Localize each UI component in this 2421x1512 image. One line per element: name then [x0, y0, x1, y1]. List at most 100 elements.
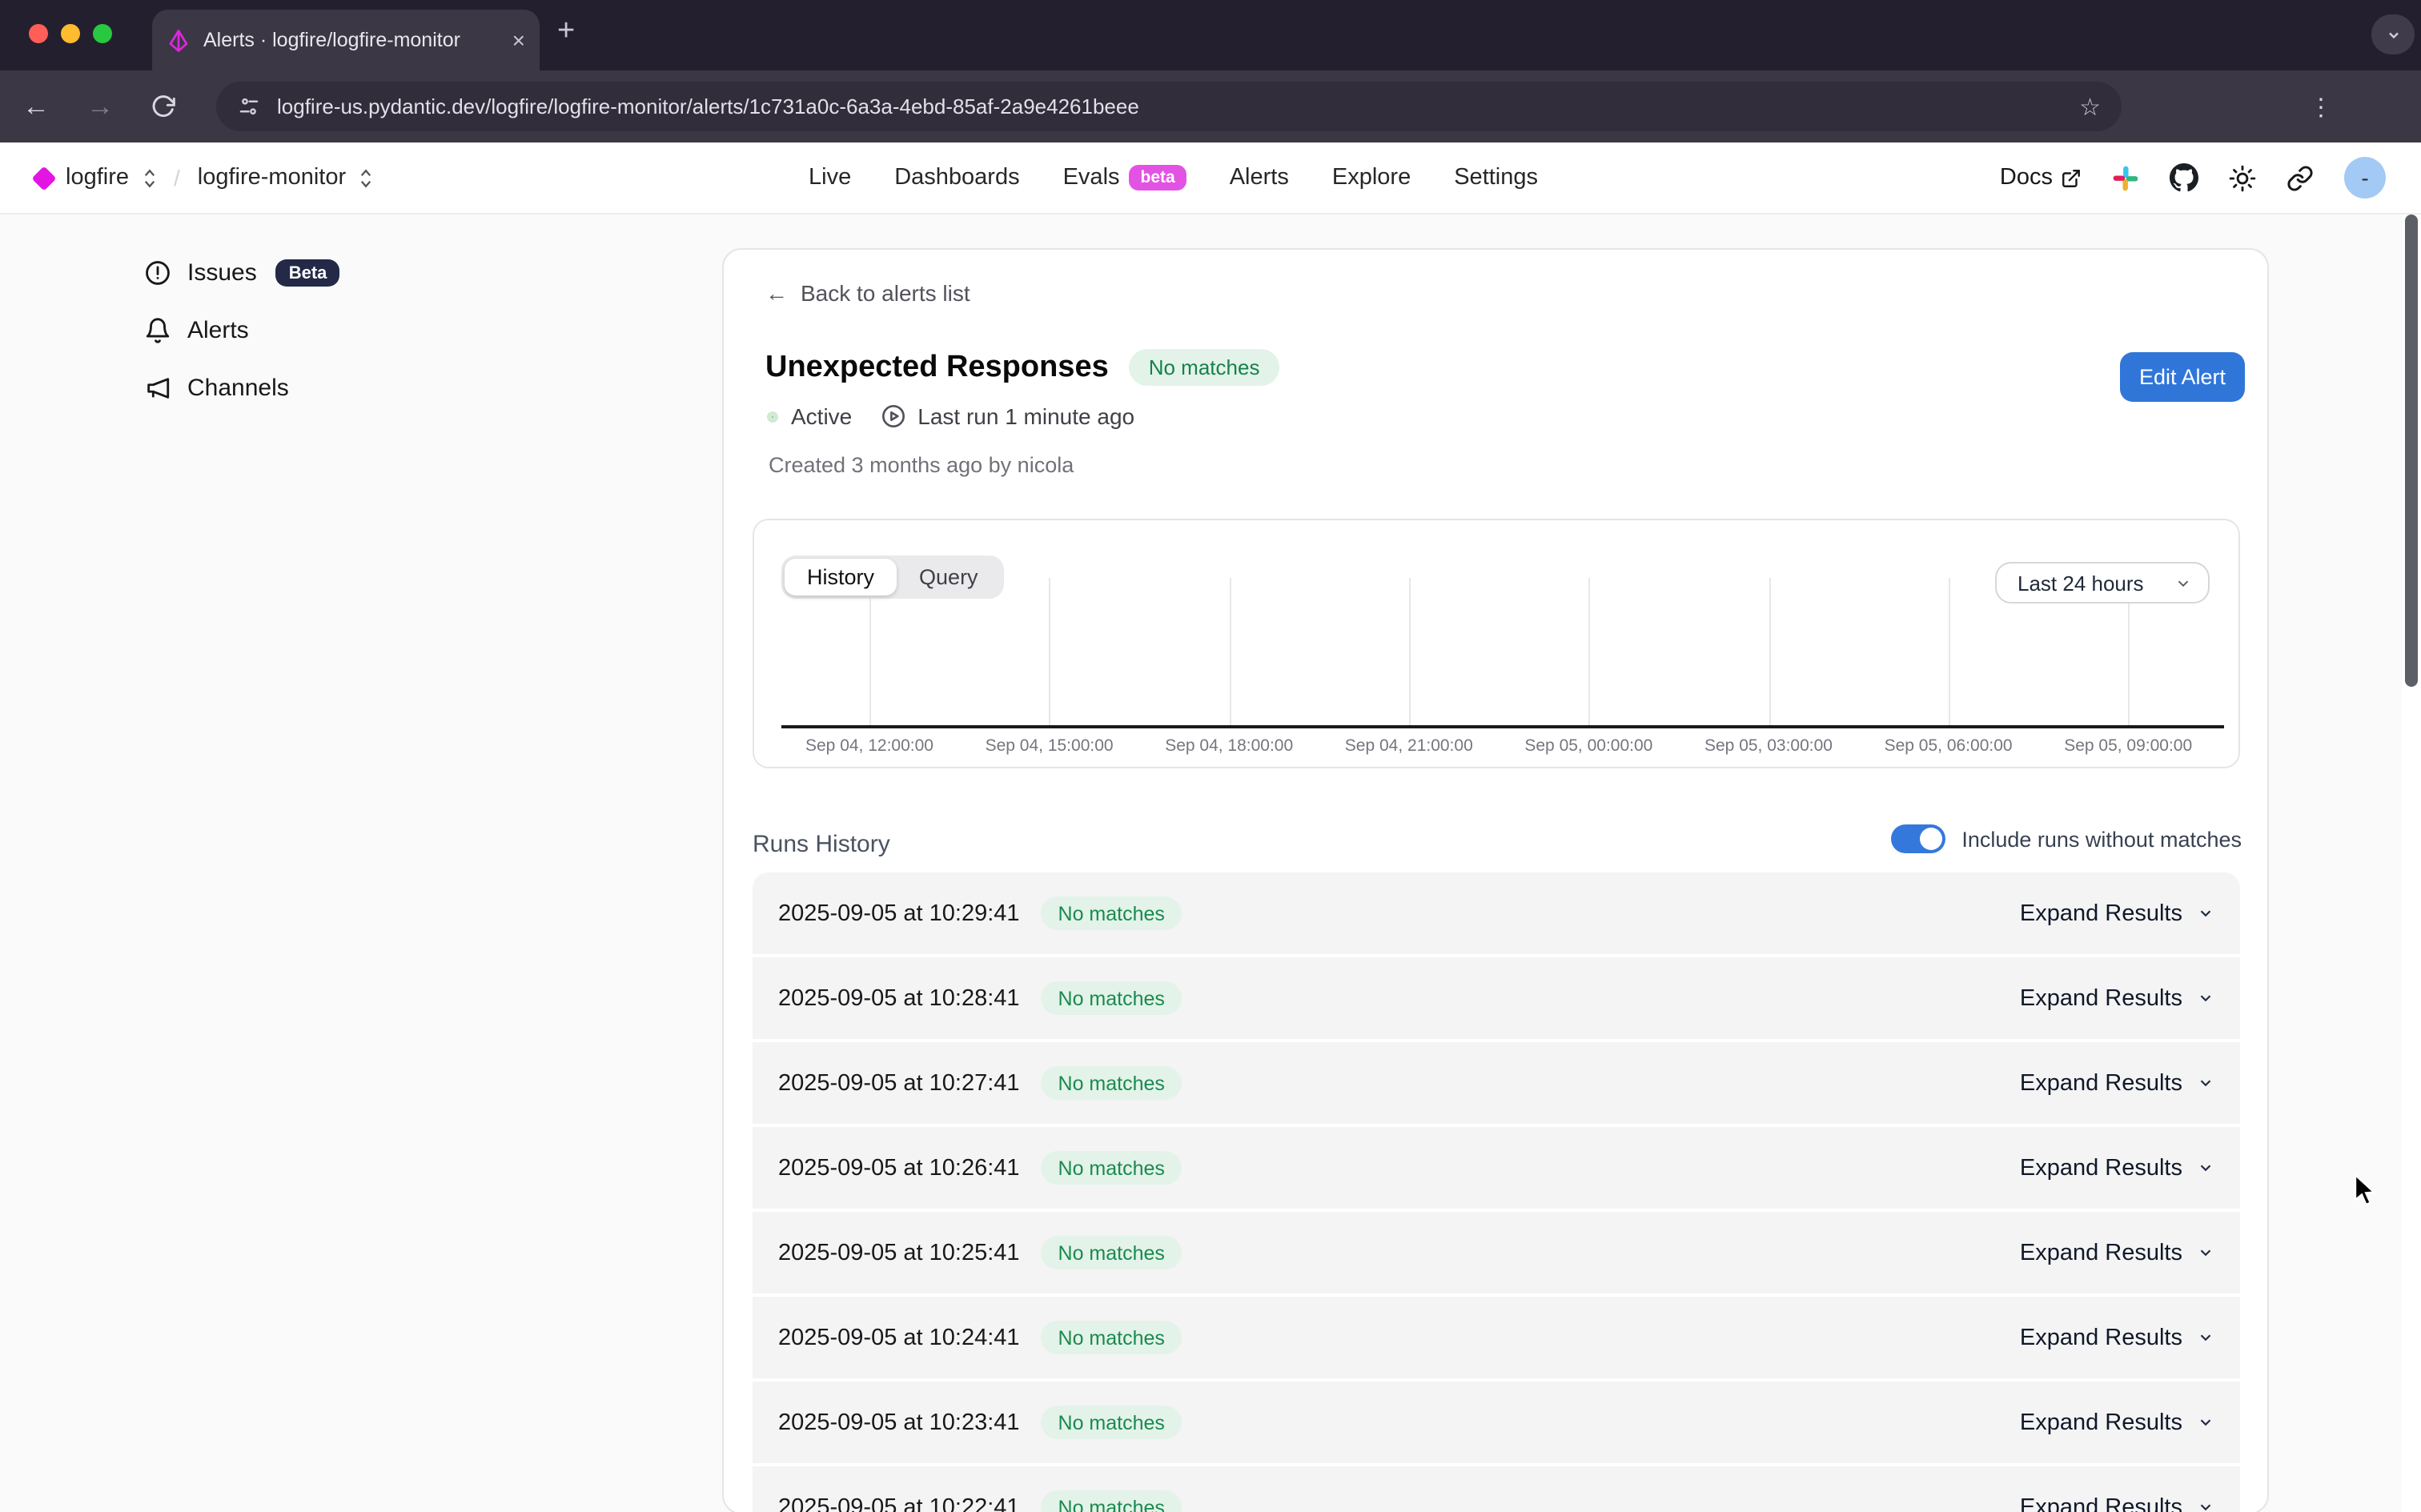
chart-gridline [1050, 578, 1051, 725]
expand-results-button[interactable]: Expand Results [2020, 900, 2214, 926]
bell-icon [144, 317, 171, 344]
chart-gridline [869, 578, 871, 725]
issues-icon [144, 259, 171, 287]
sidebar: Issues Beta Alerts Channels [144, 256, 339, 405]
chevron-down-icon [2197, 1244, 2214, 1261]
browser-window: Alerts · logfire/logfire-monitor × + ← →… [0, 0, 2421, 1512]
sidebar-item-alerts[interactable]: Alerts [144, 314, 339, 347]
run-status-badge: No matches [1041, 1066, 1182, 1100]
forward-icon[interactable]: → [86, 90, 114, 122]
nav-evals[interactable]: Evals beta [1063, 165, 1186, 191]
chart-tick-label: Sep 04, 18:00:00 [1141, 736, 1317, 756]
expand-results-button[interactable]: Expand Results [2020, 1494, 2214, 1512]
tab-title: Alerts · logfire/logfire-monitor [203, 29, 488, 51]
selector-chevrons-icon[interactable] [359, 167, 373, 188]
expand-results-button[interactable]: Expand Results [2020, 1325, 2214, 1350]
evals-beta-badge: beta [1130, 165, 1186, 191]
run-status-badge: No matches [1041, 1406, 1182, 1439]
chart-gridline [1409, 578, 1411, 725]
tab-search-button[interactable] [2371, 14, 2415, 54]
chevron-down-icon [2385, 26, 2401, 42]
tab-query[interactable]: Query [897, 559, 1001, 596]
expand-results-button[interactable]: Expand Results [2020, 1240, 2214, 1265]
chevron-down-icon [2197, 989, 2214, 1007]
run-row: 2025-09-05 at 10:23:41 No matches Expand… [753, 1382, 2240, 1463]
run-status-badge: No matches [1041, 981, 1182, 1015]
theme-sun-icon[interactable] [2229, 164, 2256, 191]
nav-live[interactable]: Live [809, 165, 851, 191]
megaphone-icon [144, 375, 171, 402]
address-bar[interactable]: logfire-us.pydantic.dev/logfire/logfire-… [216, 82, 2122, 131]
selector-chevrons-icon[interactable] [142, 167, 156, 188]
close-window-button[interactable] [29, 24, 48, 43]
reload-icon[interactable] [151, 94, 176, 119]
breadcrumb-separator: / [174, 165, 180, 191]
run-status-badge: No matches [1041, 1236, 1182, 1269]
tab-history[interactable]: History [785, 559, 897, 596]
close-tab-icon[interactable]: × [512, 29, 525, 51]
nav-alerts[interactable]: Alerts [1230, 165, 1289, 191]
browser-menu-icon[interactable]: ⋮ [2309, 92, 2335, 121]
back-icon[interactable]: ← [22, 90, 50, 122]
url-text: logfire-us.pydantic.dev/logfire/logfire-… [277, 94, 1139, 118]
run-row: 2025-09-05 at 10:24:41 No matches Expand… [753, 1297, 2240, 1378]
minimize-window-button[interactable] [61, 24, 80, 43]
run-row: 2025-09-05 at 10:26:41 No matches Expand… [753, 1127, 2240, 1209]
share-link-icon[interactable] [2286, 164, 2314, 191]
run-status-badge: No matches [1041, 1490, 1182, 1512]
nav-explore[interactable]: Explore [1332, 165, 1411, 191]
browser-tab[interactable]: Alerts · logfire/logfire-monitor × [152, 10, 540, 70]
page-content: Issues Beta Alerts Channels ← Back to al… [0, 215, 2421, 1512]
run-timestamp: 2025-09-05 at 10:28:41 [778, 985, 1020, 1011]
zoom-window-button[interactable] [93, 24, 112, 43]
sidebar-item-channels[interactable]: Channels [144, 371, 339, 405]
browser-tab-strip: Alerts · logfire/logfire-monitor × + [0, 0, 2421, 70]
run-row: 2025-09-05 at 10:22:41 No matches Expand… [753, 1466, 2240, 1512]
user-avatar[interactable]: - [2344, 157, 2386, 199]
run-status-badge: No matches [1041, 1151, 1182, 1185]
expand-results-button[interactable]: Expand Results [2020, 1410, 2214, 1435]
site-settings-icon[interactable] [237, 94, 261, 118]
org-selector[interactable]: logfire [66, 165, 129, 191]
chevron-down-icon [2197, 904, 2214, 922]
expand-results-button[interactable]: Expand Results [2020, 985, 2214, 1011]
github-icon[interactable] [2170, 163, 2198, 192]
chart-tick-label: Sep 05, 09:00:00 [2040, 736, 2216, 756]
logfire-logo-icon [31, 165, 56, 190]
nav-dashboards[interactable]: Dashboards [894, 165, 1019, 191]
project-selector[interactable]: logfire-monitor [198, 165, 346, 191]
history-query-tabs: History Query [781, 555, 1004, 599]
alert-detail-panel: ← Back to alerts list Unexpected Respons… [722, 248, 2269, 1512]
time-range-select[interactable]: Last 24 hours [1995, 562, 2210, 604]
back-to-alerts-link[interactable]: ← Back to alerts list [765, 280, 970, 306]
new-tab-icon[interactable]: + [557, 14, 575, 50]
run-status-badge: No matches [1041, 1321, 1182, 1354]
scrollbar-thumb[interactable] [2405, 215, 2418, 687]
docs-link[interactable]: Docs [2000, 165, 2082, 191]
expand-results-button[interactable]: Expand Results [2020, 1155, 2214, 1181]
include-runs-toggle[interactable] [1891, 824, 1945, 853]
sidebar-item-issues[interactable]: Issues Beta [144, 256, 339, 290]
run-timestamp: 2025-09-05 at 10:23:41 [778, 1410, 1020, 1435]
run-row: 2025-09-05 at 10:28:41 No matches Expand… [753, 957, 2240, 1039]
chart-x-axis [781, 725, 2224, 728]
last-run-label: Last run 1 minute ago [917, 403, 1134, 429]
nav-settings[interactable]: Settings [1454, 165, 1538, 191]
mouse-cursor [2354, 1173, 2378, 1207]
edit-alert-button[interactable]: Edit Alert [2120, 352, 2245, 402]
chevron-down-icon [2197, 1414, 2214, 1431]
page-title: Unexpected Responses [765, 350, 1109, 385]
runs-list: 2025-09-05 at 10:29:41 No matches Expand… [753, 872, 2240, 1512]
run-timestamp: 2025-09-05 at 10:24:41 [778, 1325, 1020, 1350]
run-timestamp: 2025-09-05 at 10:29:41 [778, 900, 1020, 926]
nav-utilities: Docs [2000, 157, 2386, 199]
expand-results-button[interactable]: Expand Results [2020, 1070, 2214, 1096]
slack-icon[interactable] [2112, 164, 2139, 191]
history-chart-card: Sep 04, 12:00:00Sep 04, 15:00:00Sep 04, … [753, 519, 2240, 768]
created-by-label: Created 3 months ago by nicola [769, 453, 1074, 477]
bookmark-star-icon[interactable]: ☆ [2079, 92, 2101, 121]
scrollbar-track[interactable] [2402, 215, 2421, 1512]
app-top-nav: logfire / logfire-monitor Live Dashboard… [0, 142, 2421, 215]
external-link-icon [2061, 167, 2082, 188]
run-status-badge: No matches [1041, 896, 1182, 930]
